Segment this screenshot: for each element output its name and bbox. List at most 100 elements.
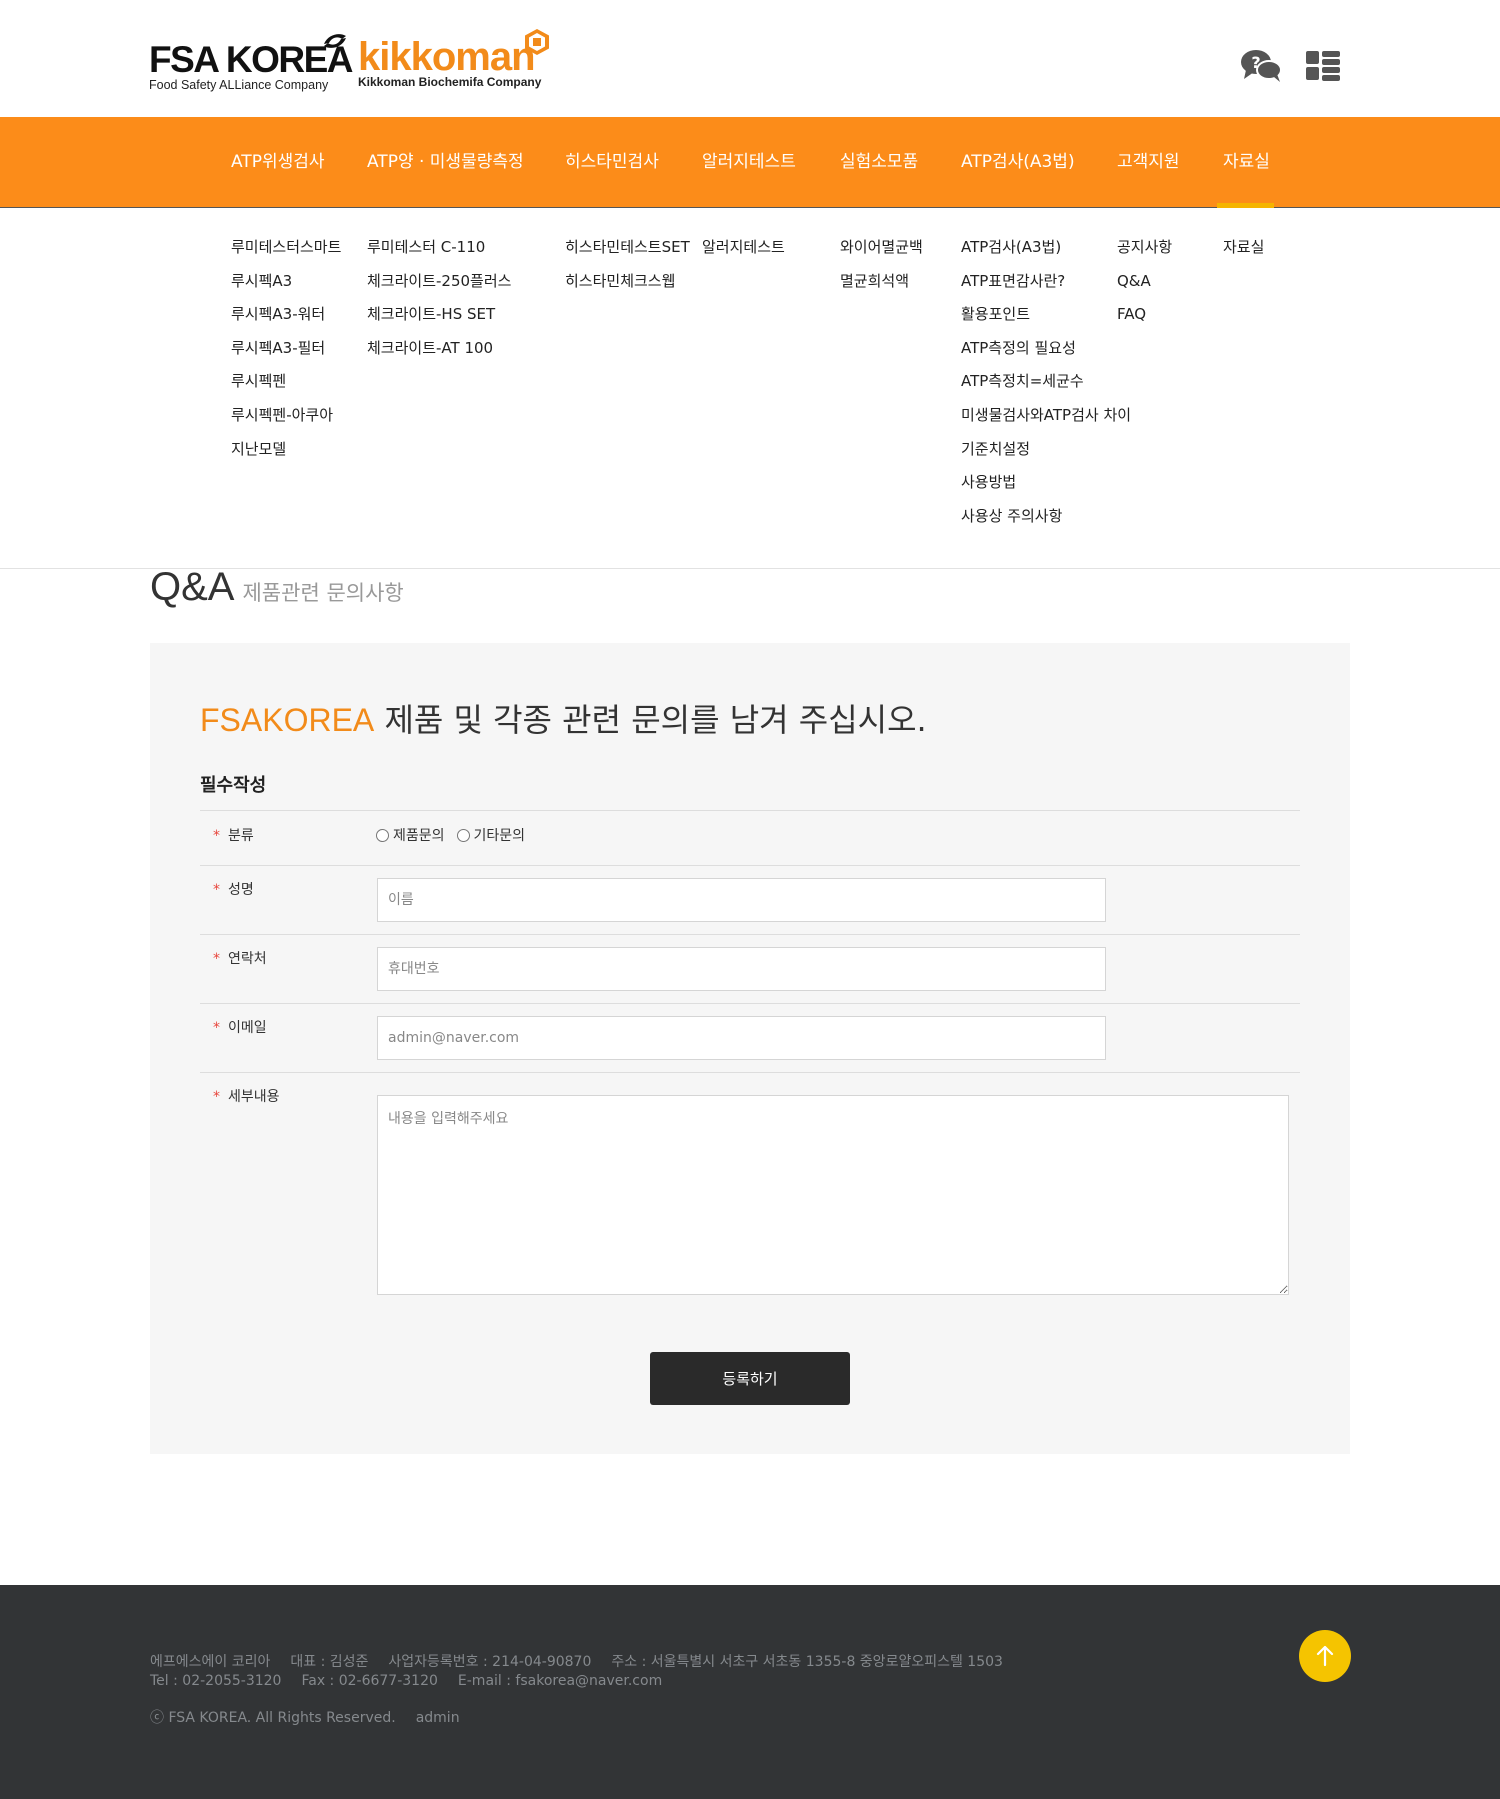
nav-item-atp-a3[interactable]: ATP검사(A3법) xyxy=(961,117,1075,207)
form-row-email: * 이메일 xyxy=(200,1004,1300,1073)
scroll-top-button[interactable] xyxy=(1299,1630,1351,1682)
phone-input[interactable] xyxy=(377,947,1106,991)
mega-col-consumables: 와이어멸균백 멸균희석액 xyxy=(840,236,923,303)
required-mark: * xyxy=(213,882,220,898)
mega-link[interactable]: 공지사항 xyxy=(1117,236,1172,270)
nav-item-atp-microbe[interactable]: ATP양 · 미생물량측정 xyxy=(367,117,524,207)
mega-col-atp-a3: ATP검사(A3법) ATP표면감사란? 활용포인트 ATP측정의 필요성 AT… xyxy=(961,236,1131,538)
detail-textarea[interactable] xyxy=(377,1095,1289,1295)
form-row-category: * 분류 제품문의 기타문의 xyxy=(200,811,1300,866)
mega-link[interactable]: ATP검사(A3법) xyxy=(961,236,1131,270)
mega-link[interactable]: FAQ xyxy=(1117,303,1172,337)
kikkoman-logo-text: kikkoman xyxy=(358,35,536,79)
mega-link[interactable]: 루미테스터스마트 xyxy=(231,236,341,270)
nav-item-archive[interactable]: 자료실 xyxy=(1223,117,1270,207)
detail-label: * 세부내용 xyxy=(213,1089,280,1105)
category-label: * 분류 xyxy=(213,828,254,844)
form-row-phone: * 연락처 xyxy=(200,935,1300,1004)
mega-link[interactable]: 멸균희석액 xyxy=(840,270,923,304)
mega-link[interactable]: 루미테스터 C-110 xyxy=(367,236,511,270)
category-radio-group: 제품문의 기타문의 xyxy=(376,825,537,845)
mega-menu: 루미테스터스마트 루시펙A3 루시펙A3-워터 루시펙A3-필터 루시펙펜 루시… xyxy=(0,208,1500,569)
footer-address: 주소 : 서울특별시 서초구 서초동 1355-8 중앙로얄오피스텔 1503 xyxy=(611,1654,1003,1670)
mega-link[interactable]: 와이어멸균백 xyxy=(840,236,923,270)
name-input[interactable] xyxy=(377,878,1106,922)
mega-link[interactable]: 기준치설정 xyxy=(961,438,1131,472)
mega-col-atp-microbe: 루미테스터 C-110 체크라이트-250플러스 체크라이트-HS SET 체크… xyxy=(367,236,511,370)
site-header: FSA KOREA Food Safety ALLiance Company k… xyxy=(0,0,1500,117)
required-mark: * xyxy=(213,1020,220,1036)
page-title-main: Q&A xyxy=(150,565,235,609)
footer-admin-link[interactable]: admin xyxy=(416,1710,460,1726)
footer-copyright: ⓒ FSA KOREA. All Rights Reserved. xyxy=(150,1710,396,1726)
footer-fax: Fax : 02-6677-3120 xyxy=(301,1673,438,1689)
mega-link[interactable]: 루시펙펜 xyxy=(231,370,341,404)
mega-link[interactable]: 루시펙A3-필터 xyxy=(231,337,341,371)
site-footer: 에프에스에이 코리아 대표 : 김성준 사업자등록번호 : 214-04-90870… xyxy=(0,1585,1500,1799)
inquiry-form-box: FSAKOREA 제품 및 각종 관련 문의를 남겨 주십시오. 필수작성 * 분… xyxy=(150,643,1350,1454)
mega-link[interactable]: 사용상 주의사항 xyxy=(961,505,1131,539)
footer-biz-no: 사업자등록번호 : 214-04-90870 xyxy=(388,1654,592,1670)
main-nav: ATP위생검사 ATP양 · 미생물량측정 히스타민검사 알러지테스트 실험소모… xyxy=(0,117,1500,208)
nav-item-histamine[interactable]: 히스타민검사 xyxy=(565,117,659,207)
form-headline: FSAKOREA 제품 및 각종 관련 문의를 남겨 주십시오. xyxy=(200,695,927,741)
radio-other-inquiry[interactable]: 기타문의 xyxy=(456,825,525,845)
mega-link[interactable]: 루시펙A3-워터 xyxy=(231,303,341,337)
fsa-logo-tagline: Food Safety ALLiance Company xyxy=(149,78,329,92)
footer-tel: Tel : 02-2055-3120 xyxy=(150,1673,282,1689)
mega-link[interactable]: 자료실 xyxy=(1223,236,1264,270)
mega-col-histamine: 히스타민테스트SET 히스타민체크스웹 xyxy=(565,236,690,303)
phone-label: * 연락처 xyxy=(213,951,267,967)
footer-company-info: 에프에스에이 코리아 대표 : 김성준 사업자등록번호 : 214-04-90870… xyxy=(150,1651,1023,1671)
mega-link[interactable]: 체크라이트-AT 100 xyxy=(367,337,511,371)
email-input[interactable] xyxy=(377,1016,1106,1060)
grid-menu-icon[interactable] xyxy=(1306,51,1340,81)
footer-copyright-line: ⓒ FSA KOREA. All Rights Reserved. admin xyxy=(150,1707,480,1727)
footer-ceo: 대표 : 김성준 xyxy=(290,1654,369,1670)
email-label: * 이메일 xyxy=(213,1020,267,1036)
qa-chat-icon[interactable]: ? xyxy=(1240,48,1282,84)
nav-item-consumables[interactable]: 실험소모품 xyxy=(840,117,918,207)
arrow-up-icon xyxy=(1316,1645,1334,1667)
footer-email: E-mail : fsakorea@naver.com xyxy=(457,1673,663,1689)
mega-link[interactable]: 지난모델 xyxy=(231,438,341,472)
radio-circle-icon[interactable] xyxy=(376,828,389,842)
mega-link[interactable]: 루시펙A3 xyxy=(231,270,341,304)
form-headline-brand: FSAKOREA xyxy=(200,702,375,738)
mega-link[interactable]: Q&A xyxy=(1117,270,1172,304)
required-mark: * xyxy=(213,1089,220,1105)
fsa-swirl-icon xyxy=(324,34,346,48)
mega-link[interactable]: 알러지테스트 xyxy=(702,236,785,270)
nav-item-support[interactable]: 고객지원 xyxy=(1117,117,1180,207)
mega-col-support: 공지사항 Q&A FAQ xyxy=(1117,236,1172,337)
mega-link[interactable]: 미생물검사와ATP검사 차이 xyxy=(961,404,1131,438)
form-table: *분류 제품문의 기타문의 *성명 *연락처 *이메일 *세부내용 xyxy=(200,810,1300,1313)
mega-col-archive: 자료실 xyxy=(1223,236,1264,270)
mega-link[interactable]: 히스타민체크스웹 xyxy=(565,270,690,304)
mega-link[interactable]: 사용방법 xyxy=(961,471,1131,505)
mega-link[interactable]: 체크라이트-250플러스 xyxy=(367,270,511,304)
radio-circle-icon[interactable] xyxy=(456,828,470,842)
form-section-title: 필수작성 xyxy=(200,775,267,796)
footer-company: 에프에스에이 코리아 xyxy=(150,1654,271,1670)
mega-link[interactable]: ATP측정의 필요성 xyxy=(961,337,1131,371)
submit-button[interactable]: 등록하기 xyxy=(650,1352,850,1405)
mega-link[interactable]: 히스타민테스트SET xyxy=(565,236,690,270)
required-mark: * xyxy=(213,951,220,967)
form-row-detail: * 세부내용 xyxy=(200,1073,1300,1313)
nav-item-atp-hygiene[interactable]: ATP위생검사 xyxy=(231,117,325,207)
mega-link[interactable]: 활용포인트 xyxy=(961,303,1131,337)
page-title: Q&A 제품관련 문의사항 xyxy=(150,565,404,610)
page-title-sub: 제품관련 문의사항 xyxy=(242,581,404,605)
mega-link[interactable]: 체크라이트-HS SET xyxy=(367,303,511,337)
mega-link[interactable]: 루시펙펜-아쿠아 xyxy=(231,404,341,438)
kikkoman-logo[interactable]: kikkoman Kikkoman Biochemifa Company xyxy=(358,36,541,89)
svg-text:?: ? xyxy=(1251,53,1260,72)
kikkoman-logo-tagline: Kikkoman Biochemifa Company xyxy=(358,75,542,89)
mega-link[interactable]: ATP표면감사란? xyxy=(961,270,1131,304)
nav-item-allergy[interactable]: 알러지테스트 xyxy=(702,117,796,207)
mega-col-allergy: 알러지테스트 xyxy=(702,236,785,270)
form-row-name: * 성명 xyxy=(200,866,1300,935)
mega-link[interactable]: ATP측정치=세균수 xyxy=(961,370,1131,404)
radio-product-inquiry[interactable]: 제품문의 xyxy=(376,825,445,845)
